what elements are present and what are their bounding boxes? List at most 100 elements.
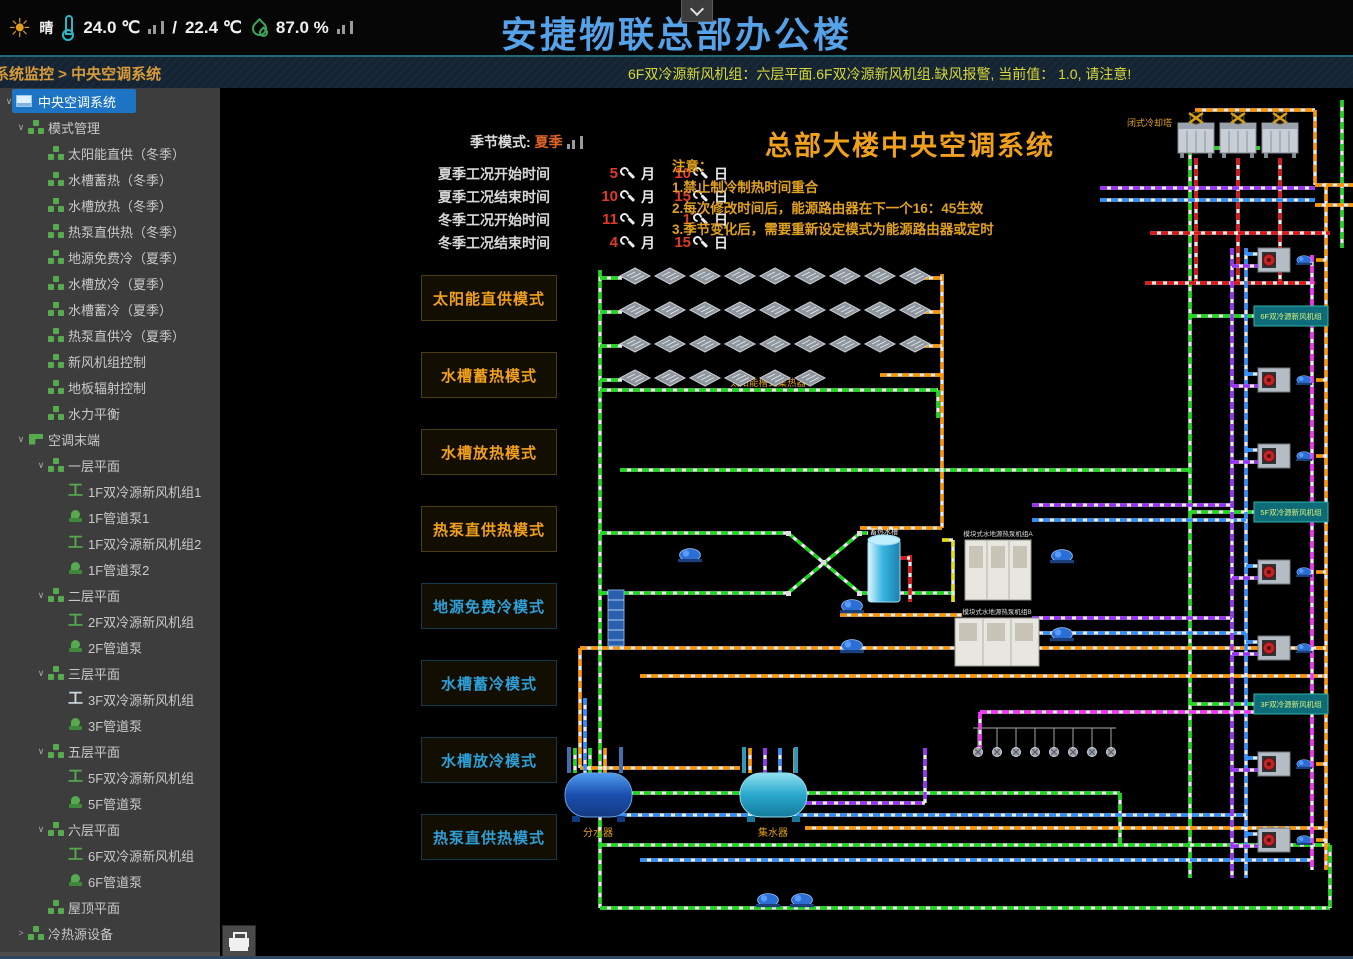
terminal-device-5[interactable] [1069,748,1078,757]
terminal-device-6[interactable] [1088,748,1097,757]
chevron-down-icon[interactable]: ∨ [34,668,48,679]
tree-item-12[interactable]: 水力平衡 [0,400,220,426]
pump-6[interactable] [790,894,814,908]
tree-item-28[interactable]: ∨六层平面 [0,816,220,842]
cooling-tower-group[interactable]: 闭式冷却塔 [1127,112,1298,158]
tree-item-15[interactable]: 1F双冷源新风机组1 [0,478,220,504]
terminal-device-4[interactable] [1050,748,1059,757]
chevron-down-icon[interactable]: ∨ [34,746,48,757]
terminal-device-7[interactable] [1107,748,1116,757]
tree-item-13[interactable]: ∨空调末端 [0,426,220,452]
mode-button-3[interactable]: 热泵直供热模式 [421,506,557,552]
pump[interactable] [1296,644,1313,653]
mode-button-5[interactable]: 水槽蓄冷模式 [421,660,557,706]
plate-heat-exchanger[interactable] [608,590,624,646]
floor-ahu-unit-4[interactable] [1258,636,1312,660]
tree-item-20[interactable]: 2F双冷源新风机组 [0,608,220,634]
tree-item-2[interactable]: 太阳能直供（冬季） [0,140,220,166]
chevron-down-icon[interactable]: ∨ [14,122,28,133]
chevron-right-icon[interactable]: > [14,928,28,938]
tree-item-24[interactable]: 3F管道泵 [0,712,220,738]
storage-tank[interactable]: 蓄热水槽 [868,527,900,602]
month-value[interactable]: 4 [588,234,618,251]
tree-item-16[interactable]: 1F管道泵1 [0,504,220,530]
tree-item-10[interactable]: 新风机组控制 [0,348,220,374]
tree-item-7[interactable]: 水槽放冷（夏季） [0,270,220,296]
terminal-device-0[interactable] [974,748,983,757]
mode-button-1[interactable]: 水槽蓄热模式 [421,352,557,398]
mode-button-4[interactable]: 地源免费冷模式 [421,583,557,629]
season-trend-icon[interactable] [567,136,583,149]
floor-ahu-unit-0[interactable] [1258,248,1312,272]
tree-item-32[interactable]: >冷热源设备 [0,920,220,946]
tree-item-11[interactable]: 地板辐射控制 [0,374,220,400]
pump[interactable] [1296,452,1313,461]
alarm-ticker[interactable]: 6F双冷源新风机组：六层平面.6F双冷源新风机组.缺风报警, 当前值： 1.0,… [628,64,1131,84]
floor-ahu-unit-3[interactable] [1258,560,1312,584]
terminal-device-3[interactable] [1031,748,1040,757]
print-button[interactable] [222,925,256,957]
terminal-device-2[interactable] [1012,748,1021,757]
month-value[interactable]: 10 [588,188,618,205]
tree-item-3[interactable]: 水槽蓄热（冬季） [0,166,220,192]
pump-1[interactable] [840,600,864,614]
tree-item-19[interactable]: ∨二层平面 [0,582,220,608]
tree-item-4[interactable]: 水槽放热（冬季） [0,192,220,218]
tree-item-21[interactable]: 2F管道泵 [0,634,220,660]
pump-5[interactable] [756,894,780,908]
pump[interactable] [1296,760,1313,769]
pump[interactable] [1296,568,1313,577]
mode-button-6[interactable]: 水槽放冷模式 [421,737,557,783]
mode-button-0[interactable]: 太阳能直供模式 [421,275,557,321]
tree-item-27[interactable]: 5F管道泵 [0,790,220,816]
wrench-icon[interactable] [620,236,633,249]
tree-item-1[interactable]: ∨模式管理 [0,114,220,140]
tree-item-31[interactable]: 屋顶平面 [0,894,220,920]
chevron-down-icon[interactable]: ∨ [2,96,16,107]
pump-0[interactable] [678,549,702,563]
floor-ahu-unit-2[interactable] [1258,444,1312,468]
ahu-name-plate-1[interactable]: 5F双冷源新风机组 [1254,502,1328,522]
wrench-icon[interactable] [620,213,633,226]
chevron-down-icon[interactable]: ∨ [34,590,48,601]
mode-button-2[interactable]: 水槽放热模式 [421,429,557,475]
floor-ahu-unit-1[interactable] [1258,368,1312,392]
tree-item-23[interactable]: 3F双冷源新风机组 [0,686,220,712]
breadcrumb[interactable]: 系统监控 > 中央空调系统 [0,63,161,84]
wrench-icon[interactable] [620,167,633,180]
pump-4[interactable] [1050,628,1074,642]
tree-item-18[interactable]: 1F管道泵2 [0,556,220,582]
chevron-down-icon[interactable]: ∨ [34,460,48,471]
tree-item-14[interactable]: ∨一层平面 [0,452,220,478]
pump-2[interactable] [840,640,864,654]
pump[interactable] [1296,836,1313,845]
tree-item-22[interactable]: ∨三层平面 [0,660,220,686]
ahu-name-plate-2[interactable]: 3F双冷源新风机组 [1254,694,1328,714]
collapse-header-button[interactable] [681,0,713,22]
tree-item-25[interactable]: ∨五层平面 [0,738,220,764]
wrench-icon[interactable] [620,190,633,203]
ahu-name-plate-0[interactable]: 6F双冷源新风机组 [1254,306,1328,326]
chevron-down-icon[interactable]: ∨ [14,434,28,445]
chevron-down-icon[interactable]: ∨ [34,824,48,835]
tree-item-17[interactable]: 1F双冷源新风机组2 [0,530,220,556]
tree-item-30[interactable]: 6F管道泵 [0,868,220,894]
month-value[interactable]: 5 [588,165,618,182]
pump-3[interactable] [1050,550,1074,564]
heat-pump-b[interactable]: 模块式水地源热泵机组B [955,607,1039,666]
floor-ahu-unit-6[interactable] [1258,828,1312,852]
floor-ahu-unit-5[interactable] [1258,752,1312,776]
tree-item-6[interactable]: 地源免费冷（夏季） [0,244,220,270]
heat-pump-a[interactable]: 模块式水地源热泵机组A [963,529,1033,600]
tree-item-9[interactable]: 热泵直供冷（夏季） [0,322,220,348]
pump[interactable] [1296,256,1313,265]
season-mode-value[interactable]: 夏季 [535,132,563,152]
terminal-device-1[interactable] [993,748,1002,757]
mode-button-7[interactable]: 热泵直供热模式 [421,814,557,860]
pump[interactable] [1296,376,1313,385]
month-value[interactable]: 11 [588,211,618,228]
tree-item-8[interactable]: 水槽蓄冷（夏季） [0,296,220,322]
tree-item-29[interactable]: 6F双冷源新风机组 [0,842,220,868]
tree-item-5[interactable]: 热泵直供热（冬季） [0,218,220,244]
tree-item-26[interactable]: 5F双冷源新风机组 [0,764,220,790]
